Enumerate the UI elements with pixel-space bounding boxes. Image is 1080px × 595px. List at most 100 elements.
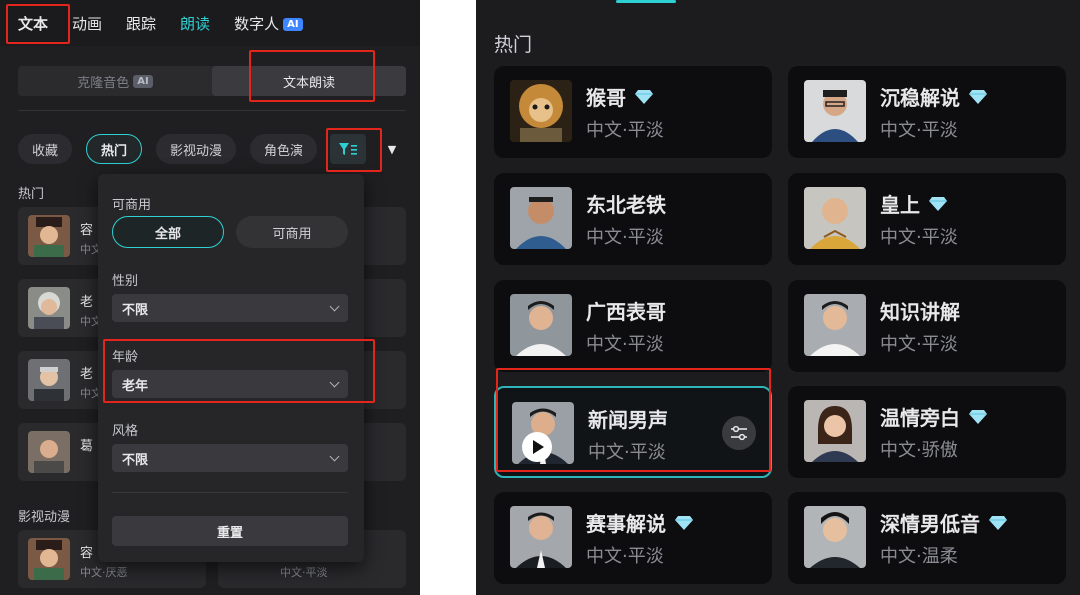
voice-name: 深情男低音 — [880, 508, 1008, 537]
voice-name-label: 知识讲解 — [880, 300, 960, 324]
tab-digital-human-label: 数字人 — [234, 14, 280, 33]
diamond-icon — [635, 89, 653, 104]
voice-style: 中文·平淡 — [880, 227, 958, 248]
tab-tracking[interactable]: 跟踪 — [126, 13, 156, 34]
ai-badge: AI — [283, 17, 303, 31]
voice-style: 中文·平淡 — [880, 120, 958, 141]
chip-hot[interactable]: 热门 — [86, 134, 143, 164]
avatar — [804, 187, 866, 249]
avatar — [804, 400, 866, 462]
voice-card-emperor[interactable]: 皇上 中文·平淡 — [788, 173, 1066, 265]
style-label: 风格 — [112, 424, 139, 439]
voice-name: 葛 — [80, 439, 94, 454]
voice-card-guangxi[interactable]: 广西表哥 中文·平淡 — [494, 280, 772, 372]
avatar — [28, 287, 70, 329]
voice-name-label: 东北老铁 — [586, 193, 666, 217]
voice-name-label: 温情旁白 — [880, 406, 960, 430]
age-select[interactable]: 老年 — [112, 370, 348, 398]
reset-button[interactable]: 重置 — [112, 516, 348, 546]
voice-mode-switch: 克隆音色 AI 文本朗读 — [18, 66, 406, 96]
voice-name: 容 — [80, 546, 94, 561]
voice-card-knowledge[interactable]: 知识讲解 中文·平淡 — [788, 280, 1066, 372]
chevron-down-icon[interactable]: ▼ — [378, 134, 406, 164]
filter-commercial-option[interactable]: 可商用 — [236, 216, 348, 248]
avatar — [28, 431, 70, 473]
left-panel: 文本 动画 跟踪 朗读 数字人 AI 克隆音色 AI 文本朗读 收藏 热门 影视动漫… — [0, 0, 420, 595]
voice-style: 中文·厌恶 — [80, 566, 128, 579]
chevron-down-icon — [329, 451, 340, 462]
avatar — [28, 538, 70, 580]
diamond-icon — [675, 515, 693, 530]
voice-name-label: 赛事解说 — [586, 512, 666, 536]
voice-card-northeast[interactable]: 东北老铁 中文·平淡 — [494, 173, 772, 265]
filter-icon — [339, 143, 357, 155]
voice-style: 中文·平淡 — [586, 227, 664, 248]
chip-film-anime[interactable]: 影视动漫 — [156, 134, 237, 164]
voice-name: 新闻男声 — [588, 404, 668, 433]
segment-clone-voice[interactable]: 克隆音色 AI — [18, 66, 212, 96]
section-title: 热门 — [494, 34, 533, 56]
voice-style: 中文·平淡 — [280, 566, 328, 579]
avatar — [804, 506, 866, 568]
chip-favorites[interactable]: 收藏 — [18, 134, 73, 164]
voice-name: 容 — [80, 223, 94, 238]
filter-button[interactable] — [330, 134, 366, 164]
voice-name: 知识讲解 — [880, 296, 960, 325]
age-select-value: 老年 — [122, 378, 149, 394]
age-label: 年龄 — [112, 350, 139, 365]
segment-text-to-speech[interactable]: 文本朗读 — [212, 66, 406, 96]
voice-style: 中文·骄傲 — [880, 440, 958, 461]
voice-style: 中文·平淡 — [588, 442, 666, 463]
chip-role-play[interactable]: 角色演 — [250, 134, 318, 164]
voice-name-label: 猴哥 — [586, 86, 626, 110]
voice-style: 中文·温柔 — [880, 546, 958, 567]
diamond-icon — [929, 196, 947, 211]
diamond-icon — [989, 515, 1007, 530]
gender-label: 性别 — [112, 274, 139, 289]
voice-name: 老 — [80, 367, 94, 382]
tab-read-aloud[interactable]: 朗读 — [180, 13, 210, 34]
commercial-label: 可商用 — [112, 198, 152, 213]
avatar — [510, 294, 572, 356]
avatar — [804, 294, 866, 356]
tab-text[interactable]: 文本 — [18, 13, 48, 34]
voice-card-warm-narration[interactable]: 温情旁白 中文·骄傲 — [788, 386, 1066, 478]
diamond-icon — [969, 409, 987, 424]
style-select[interactable]: 不限 — [112, 444, 348, 472]
voice-name: 赛事解说 — [586, 508, 694, 537]
voice-style: 中文·平淡 — [586, 546, 664, 567]
ai-badge: AI — [133, 74, 153, 88]
tab-animation[interactable]: 动画 — [72, 13, 102, 34]
voice-card-news-male[interactable]: 新闻男声 中文·平淡 — [494, 386, 772, 478]
screenshot-composite: 文本 动画 跟踪 朗读 数字人 AI 克隆音色 AI 文本朗读 收藏 热门 影视动漫… — [0, 0, 1080, 595]
voice-name: 皇上 — [880, 189, 948, 218]
voice-name-label: 皇上 — [880, 193, 920, 217]
avatar — [28, 359, 70, 401]
voice-card-steady-narration[interactable]: 沉稳解说 中文·平淡 — [788, 66, 1066, 158]
segment-clone-voice-label: 克隆音色 — [77, 75, 130, 91]
gender-select[interactable]: 不限 — [112, 294, 348, 322]
filter-popup: 可商用 全部 可商用 性别 不限 年龄 老年 风格 不限 重置 — [98, 174, 364, 562]
tab-indicator-bar — [476, 0, 1080, 4]
filter-all-option[interactable]: 全部 — [112, 216, 224, 248]
section-hot-label: 热门 — [18, 187, 45, 202]
voice-card-deep-bass[interactable]: 深情男低音 中文·温柔 — [788, 492, 1066, 584]
chevron-down-icon — [329, 301, 340, 312]
settings-sliders-icon[interactable] — [722, 416, 756, 450]
diamond-icon — [969, 89, 987, 104]
voice-name: 沉稳解说 — [880, 82, 988, 111]
voice-name-label: 新闻男声 — [588, 408, 668, 432]
voice-name: 老 — [80, 295, 94, 310]
avatar — [804, 80, 866, 142]
avatar — [510, 187, 572, 249]
voice-style: 中文·平淡 — [880, 334, 958, 355]
voice-name-label: 深情男低音 — [880, 512, 980, 536]
voice-card-monkey[interactable]: 猴哥 中文·平淡 — [494, 66, 772, 158]
voice-name-label: 广西表哥 — [586, 300, 666, 324]
divider — [18, 110, 406, 111]
voice-name: 猴哥 — [586, 82, 654, 111]
voice-card-sports[interactable]: 赛事解说 中文·平淡 — [494, 492, 772, 584]
play-icon[interactable] — [522, 432, 552, 462]
tab-digital-human[interactable]: 数字人 AI — [234, 13, 303, 34]
avatar — [28, 215, 70, 257]
